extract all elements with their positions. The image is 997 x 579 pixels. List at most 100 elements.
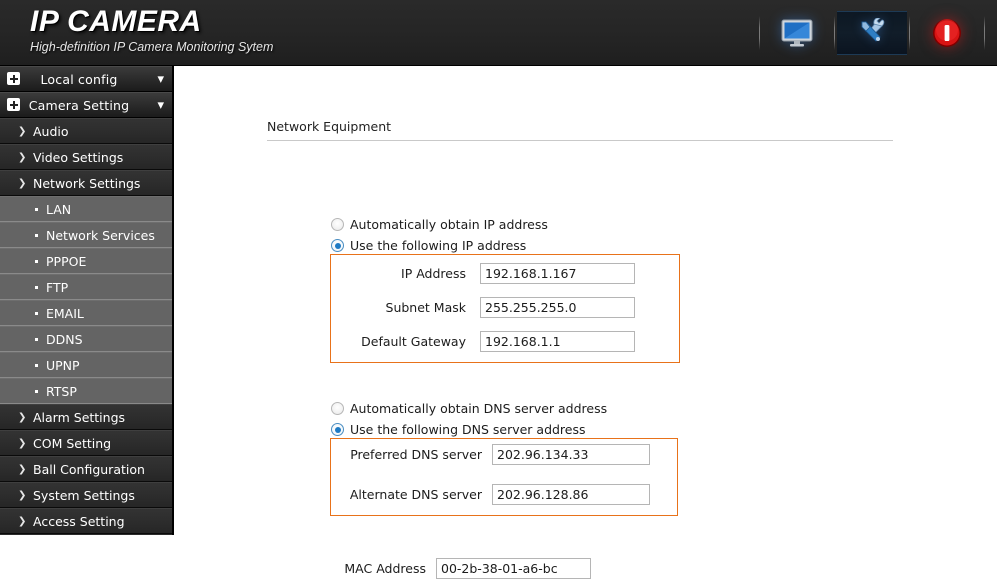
sidebar-group-label: Local config bbox=[40, 71, 118, 87]
radio-auto-ip-label: Automatically obtain IP address bbox=[350, 217, 548, 232]
field-preferred-dns: Preferred DNS server bbox=[334, 444, 650, 465]
sidebar-item-network-services[interactable]: Network Services bbox=[0, 222, 172, 248]
sidebar-item-lan[interactable]: LAN bbox=[0, 196, 172, 222]
default-gateway-label: Default Gateway bbox=[361, 334, 466, 349]
main-content: Network Equipment Automatically obtain I… bbox=[176, 66, 997, 579]
arrow-right-icon: ❯ bbox=[18, 178, 27, 189]
sidebar-item-ftp[interactable]: FTP bbox=[0, 274, 172, 300]
mac-address-input[interactable] bbox=[436, 558, 591, 579]
radio-button-icon bbox=[331, 239, 344, 252]
sidebar-item-audio[interactable]: ❯ Audio bbox=[0, 118, 172, 144]
sidebar-item-label: Network Services bbox=[46, 228, 155, 243]
settings-icon bbox=[861, 18, 885, 42]
bullet-icon bbox=[35, 312, 38, 315]
sidebar-item-access-setting[interactable]: ❯ Access Setting bbox=[0, 508, 172, 534]
arrow-right-icon: ❯ bbox=[18, 126, 27, 137]
bullet-icon bbox=[35, 390, 38, 393]
radio-button-icon bbox=[331, 423, 344, 436]
mac-address-label: MAC Address bbox=[344, 561, 426, 576]
sidebar-item-label: Audio bbox=[33, 124, 69, 139]
app-subtitle: High-definition IP Camera Monitoring Syt… bbox=[30, 40, 274, 54]
field-alternate-dns: Alternate DNS server bbox=[334, 484, 650, 505]
arrow-right-icon: ❯ bbox=[18, 516, 27, 527]
section-title: Network Equipment bbox=[267, 119, 392, 134]
radio-manual-ip[interactable]: Use the following IP address bbox=[331, 238, 526, 253]
power-icon bbox=[933, 19, 961, 47]
bullet-icon bbox=[35, 286, 38, 289]
ip-address-label: IP Address bbox=[401, 266, 466, 281]
sidebar-item-video-settings[interactable]: ❯ Video Settings bbox=[0, 144, 172, 170]
sidebar-item-alarm-settings[interactable]: ❯ Alarm Settings bbox=[0, 404, 172, 430]
radio-manual-dns-label: Use the following DNS server address bbox=[350, 422, 586, 437]
arrow-right-icon: ❯ bbox=[18, 490, 27, 501]
arrow-right-icon: ❯ bbox=[18, 412, 27, 423]
sidebar-item-rtsp[interactable]: RTSP bbox=[0, 378, 172, 404]
app-title: IP CAMERA bbox=[30, 5, 202, 38]
sidebar-group-camera-setting[interactable]: Camera Setting ▾ bbox=[0, 92, 172, 118]
radio-auto-ip[interactable]: Automatically obtain IP address bbox=[331, 217, 548, 232]
toolbar-divider bbox=[909, 16, 910, 50]
sidebar-item-label: Ball Configuration bbox=[33, 462, 145, 477]
arrow-right-icon: ❯ bbox=[18, 438, 27, 449]
chevron-down-icon: ▾ bbox=[157, 72, 164, 87]
bullet-icon bbox=[35, 338, 38, 341]
chevron-down-icon: ▾ bbox=[157, 98, 164, 113]
sidebar-item-label: LAN bbox=[46, 202, 72, 217]
bullet-icon bbox=[35, 364, 38, 367]
alternate-dns-input[interactable] bbox=[492, 484, 650, 505]
sidebar-item-label: Network Settings bbox=[33, 176, 141, 191]
preferred-dns-label: Preferred DNS server bbox=[350, 447, 482, 462]
field-subnet-mask: Subnet Mask bbox=[344, 297, 635, 318]
subnet-mask-label: Subnet Mask bbox=[385, 300, 466, 315]
radio-button-icon bbox=[331, 218, 344, 231]
sidebar-group-label: Camera Setting bbox=[28, 97, 130, 113]
brand: IP CAMERA High-definition IP Camera Moni… bbox=[30, 4, 273, 55]
bullet-icon bbox=[35, 234, 38, 237]
header-toolbar bbox=[757, 0, 987, 65]
ip-address-input[interactable] bbox=[480, 263, 635, 284]
sidebar-item-upnp[interactable]: UPNP bbox=[0, 352, 172, 378]
sidebar-item-label: COM Setting bbox=[33, 436, 112, 451]
radio-manual-ip-label: Use the following IP address bbox=[350, 238, 527, 253]
arrow-right-icon: ❯ bbox=[18, 152, 27, 163]
sidebar-item-label: Alarm Settings bbox=[33, 410, 126, 425]
bullet-icon bbox=[35, 208, 38, 211]
sidebar-item-ball-configuration[interactable]: ❯ Ball Configuration bbox=[0, 456, 172, 482]
sidebar-item-label: FTP bbox=[46, 280, 69, 295]
sidebar-item-label: System Settings bbox=[33, 488, 135, 503]
settings-button[interactable] bbox=[837, 11, 907, 55]
live-view-icon bbox=[781, 19, 813, 47]
sidebar-item-label: UPNP bbox=[46, 358, 80, 373]
sidebar-group-local-config[interactable]: Local config ▾ bbox=[0, 66, 172, 92]
sidebar-item-email[interactable]: EMAIL bbox=[0, 300, 172, 326]
radio-auto-dns-label: Automatically obtain DNS server address bbox=[350, 401, 608, 416]
sidebar-item-ddns[interactable]: DDNS bbox=[0, 326, 172, 352]
alternate-dns-label: Alternate DNS server bbox=[349, 487, 482, 502]
arrow-right-icon: ❯ bbox=[18, 464, 27, 475]
toolbar-divider bbox=[834, 16, 835, 50]
field-mac-address: MAC Address bbox=[334, 558, 591, 579]
sidebar-item-system-settings[interactable]: ❯ System Settings bbox=[0, 482, 172, 508]
power-button[interactable] bbox=[912, 11, 982, 55]
radio-auto-dns[interactable]: Automatically obtain DNS server address bbox=[331, 401, 607, 416]
field-default-gateway: Default Gateway bbox=[344, 331, 635, 352]
sidebar-item-label: Video Settings bbox=[33, 150, 124, 165]
default-gateway-input[interactable] bbox=[480, 331, 635, 352]
expand-plus-icon bbox=[7, 98, 20, 111]
sidebar-item-label: Access Setting bbox=[33, 514, 125, 529]
bullet-icon bbox=[35, 260, 38, 263]
subnet-mask-input[interactable] bbox=[480, 297, 635, 318]
sidebar-item-pppoe[interactable]: PPPOE bbox=[0, 248, 172, 274]
live-view-button[interactable] bbox=[762, 11, 832, 55]
expand-plus-icon bbox=[7, 72, 20, 85]
sidebar: Local config ▾ Camera Setting ▾ ❯ Audio … bbox=[0, 66, 174, 535]
sidebar-item-label: RTSP bbox=[46, 384, 77, 399]
radio-manual-dns[interactable]: Use the following DNS server address bbox=[331, 422, 586, 437]
sidebar-item-label: PPPOE bbox=[46, 254, 87, 269]
sidebar-item-label: EMAIL bbox=[46, 306, 84, 321]
preferred-dns-input[interactable] bbox=[492, 444, 650, 465]
sidebar-item-label: DDNS bbox=[46, 332, 83, 347]
sidebar-item-network-settings[interactable]: ❯ Network Settings bbox=[0, 170, 172, 196]
section-divider bbox=[267, 140, 893, 141]
sidebar-item-com-setting[interactable]: ❯ COM Setting bbox=[0, 430, 172, 456]
